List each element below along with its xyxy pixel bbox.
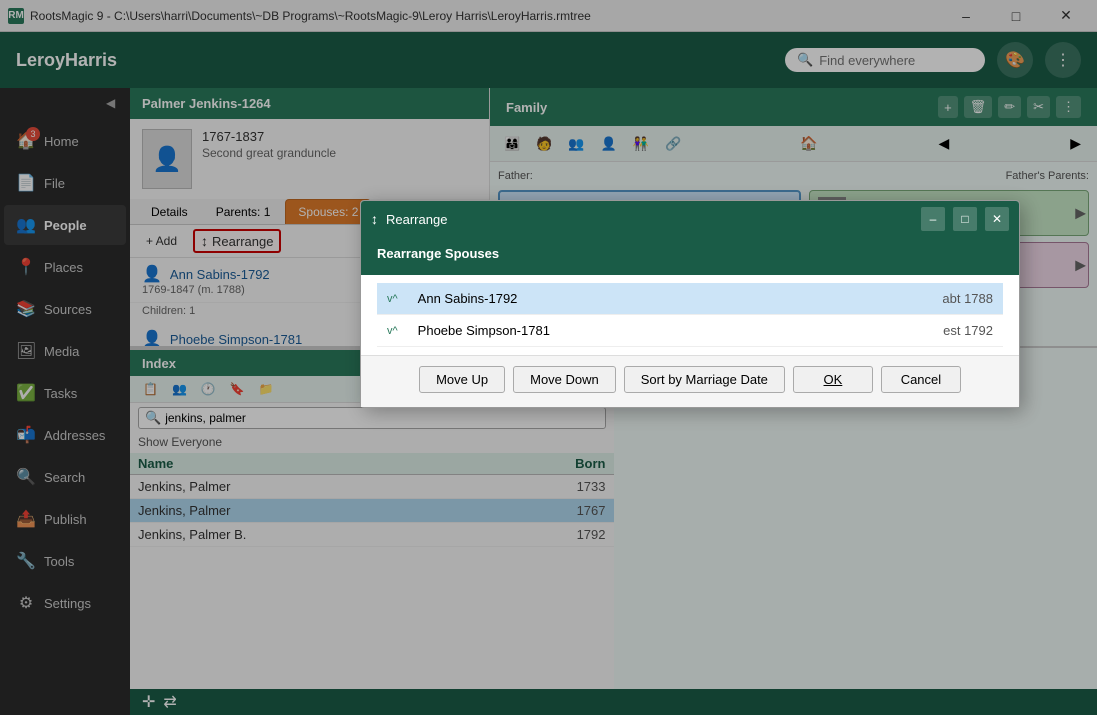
dialog-body: v^ Ann Sabins-1792 abt 1788 v^ Phoebe Si… — [361, 275, 1019, 355]
dialog-row-name-0: Ann Sabins-1792 — [408, 283, 815, 315]
dialog-table: v^ Ann Sabins-1792 abt 1788 v^ Phoebe Si… — [377, 283, 1003, 347]
dialog-row-name-1: Phoebe Simpson-1781 — [408, 315, 815, 347]
dialog-row-marker-0: v^ — [377, 283, 408, 315]
dialog-close-button[interactable]: ✕ — [985, 207, 1009, 231]
dialog-row-marker-1: v^ — [377, 315, 408, 347]
dialog-row-date-0: abt 1788 — [814, 283, 1003, 315]
sort-by-marriage-button[interactable]: Sort by Marriage Date — [624, 366, 785, 393]
dialog-footer: Move Up Move Down Sort by Marriage Date … — [361, 355, 1019, 407]
move-down-button[interactable]: Move Down — [513, 366, 616, 393]
dialog-icon: ↕ — [371, 211, 378, 227]
cancel-button[interactable]: Cancel — [881, 366, 961, 393]
ok-button[interactable]: OK — [793, 366, 873, 393]
dialog-overlay: ↕ Rearrange – □ ✕ Rearrange Spouses v^ A… — [0, 0, 1097, 715]
dialog-maximize-button[interactable]: □ — [953, 207, 977, 231]
move-up-button[interactable]: Move Up — [419, 366, 505, 393]
rearrange-dialog: ↕ Rearrange – □ ✕ Rearrange Spouses v^ A… — [360, 200, 1020, 408]
dialog-titlebar: ↕ Rearrange – □ ✕ — [361, 201, 1019, 237]
dialog-row-date-1: est 1792 — [814, 315, 1003, 347]
dialog-titlebar-text: Rearrange — [386, 212, 913, 227]
dialog-header: Rearrange Spouses — [361, 237, 1019, 275]
dialog-title: Rearrange Spouses — [377, 246, 499, 261]
dialog-row-0[interactable]: v^ Ann Sabins-1792 abt 1788 — [377, 283, 1003, 315]
dialog-minimize-button[interactable]: – — [921, 207, 945, 231]
dialog-row-1[interactable]: v^ Phoebe Simpson-1781 est 1792 — [377, 315, 1003, 347]
